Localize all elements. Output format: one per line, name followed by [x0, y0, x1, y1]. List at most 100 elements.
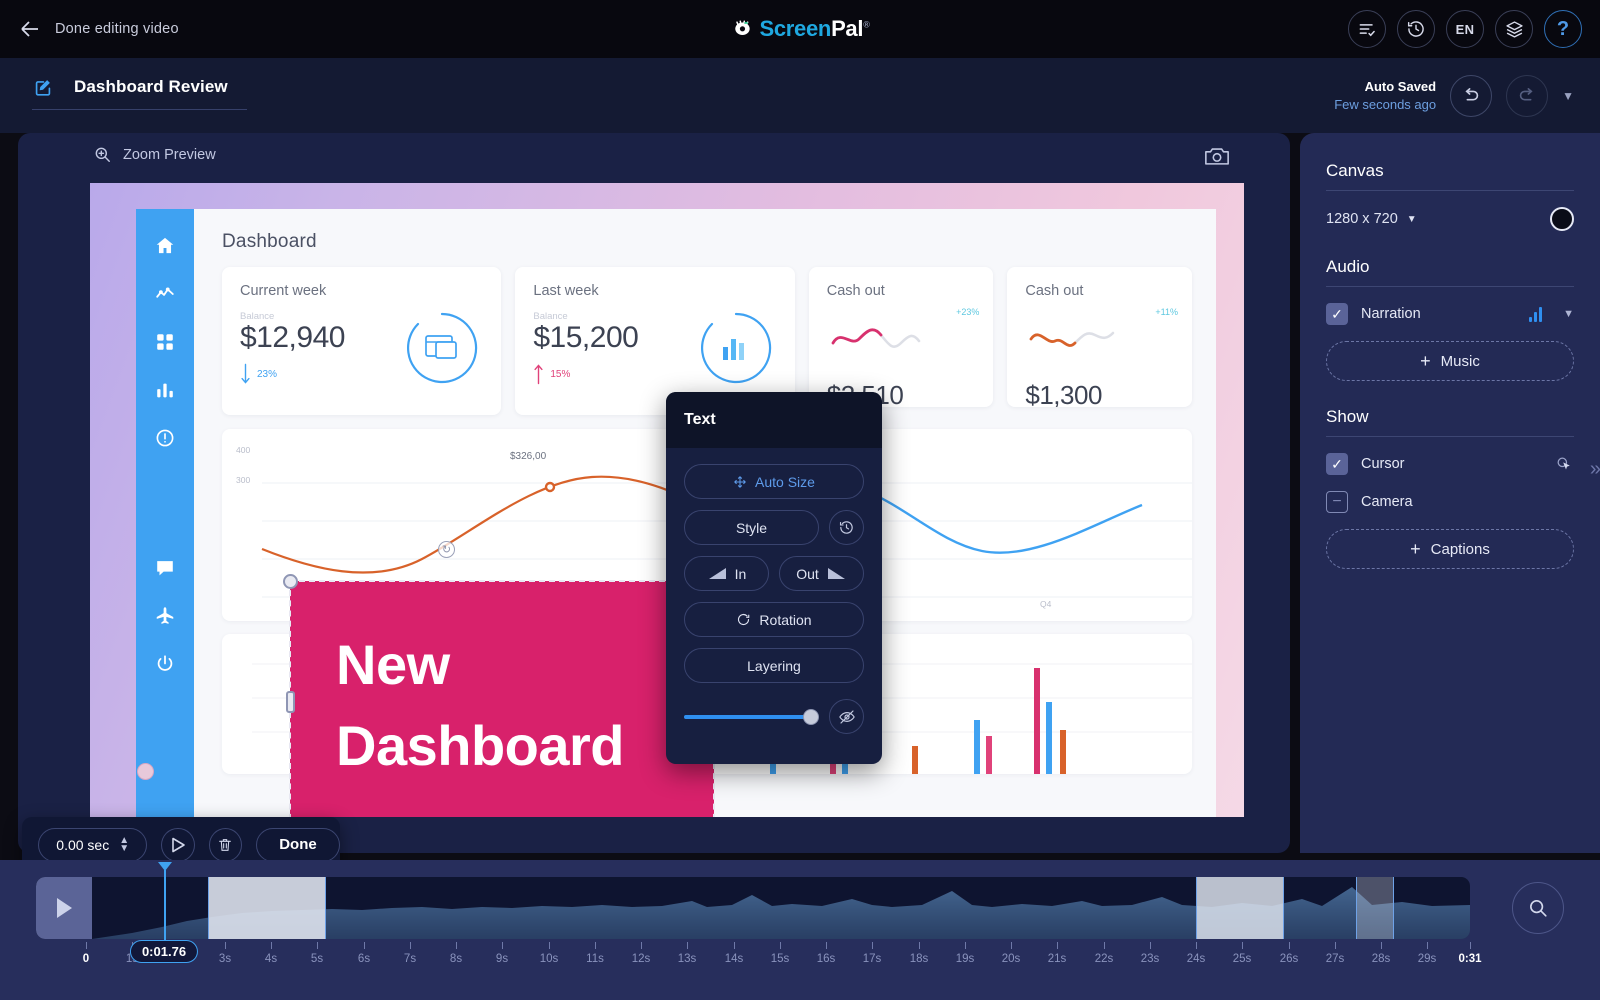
layering-button[interactable]: Layering — [684, 648, 864, 683]
brand-wordmark: ScreenPal® — [759, 16, 869, 42]
cursor-highlight-marker — [137, 763, 154, 780]
ruler-tick — [919, 942, 920, 949]
resize-handle-top-left[interactable] — [283, 574, 298, 589]
ruler-tick — [687, 942, 688, 949]
narration-chevron-down-icon[interactable]: ▼ — [1563, 308, 1574, 320]
undo-button[interactable] — [1450, 74, 1493, 117]
add-music-button[interactable]: + Music — [1326, 341, 1574, 381]
tasks-check-icon — [1359, 24, 1375, 37]
collapse-panel-chevrons-icon[interactable]: » — [1590, 458, 1600, 481]
timing-done-button[interactable]: Done — [255, 827, 340, 862]
ruler-tick-label: 15s — [770, 953, 790, 965]
move-arrows-icon — [734, 475, 746, 488]
brand-trademark: ® — [863, 19, 870, 30]
reset-style-button[interactable] — [829, 510, 864, 545]
add-captions-button[interactable]: + Captions — [1326, 529, 1574, 569]
history-clock-icon-button[interactable] — [1397, 10, 1435, 48]
auto-size-button[interactable]: Auto Size — [684, 464, 864, 499]
duration-stepper[interactable]: 0.00 sec ▲ ▼ — [38, 827, 148, 862]
back-arrow-icon — [21, 21, 38, 37]
ruler-tick — [502, 942, 503, 949]
timeline-clip-selection-1[interactable] — [208, 877, 326, 939]
ruler-tick — [641, 942, 642, 949]
home-icon — [156, 237, 174, 254]
rotate-icon — [738, 613, 750, 626]
ruler-tick-label: 22s — [1094, 953, 1114, 965]
cursor-settings-icon[interactable] — [1554, 454, 1574, 474]
tasks-check-icon-button[interactable] — [1348, 10, 1386, 48]
dashboard-heading: Dashboard — [222, 231, 317, 252]
transition-out-button[interactable]: Out — [779, 556, 864, 591]
plus-icon: + — [1410, 538, 1421, 559]
ruler-tick — [1057, 942, 1058, 949]
opacity-slider[interactable] — [684, 708, 819, 725]
style-label: Style — [735, 519, 768, 536]
delete-button[interactable] — [208, 827, 242, 862]
ruler-tick-label: 16s — [816, 953, 836, 965]
redo-button[interactable] — [1506, 74, 1549, 117]
show-divider — [1326, 436, 1574, 437]
timeline-ruler: 01s2s3s4s5s6s7s8s9s10s11s12s13s14s15s16s… — [36, 942, 1482, 978]
timeline-zoom-search-button[interactable] — [1512, 882, 1564, 934]
canvas-size-select[interactable]: 1280 x 720 ▼ — [1326, 211, 1417, 227]
timeline-playhead[interactable] — [158, 862, 172, 950]
narration-label: Narration — [1361, 306, 1421, 322]
card-delta-value: +23% — [956, 307, 980, 317]
ruler-tick-label: 27s — [1325, 953, 1345, 965]
preview-play-button[interactable] — [161, 827, 195, 862]
history-revert-icon — [839, 521, 853, 534]
stepper-arrows-icon[interactable]: ▲ ▼ — [119, 835, 129, 853]
ruler-tick-label: 17s — [862, 953, 882, 965]
ruler-tick — [317, 942, 318, 949]
help-icon-button[interactable]: ? — [1544, 10, 1582, 48]
rotate-handle-icon[interactable]: ↻ — [438, 541, 455, 558]
language-icon-button[interactable]: EN — [1446, 10, 1484, 48]
transition-out-label: Out — [796, 565, 819, 582]
progress-ring-bar-icon — [700, 312, 771, 384]
transition-in-label: In — [734, 565, 747, 582]
background-color-swatch[interactable] — [1550, 207, 1574, 231]
style-button[interactable]: Style — [684, 510, 819, 545]
timeline-clip-selection-2[interactable] — [1196, 877, 1284, 939]
layers-icon-button[interactable] — [1495, 10, 1533, 48]
timeline-clip-selection-3[interactable] — [1356, 877, 1394, 939]
ruler-tick — [1196, 942, 1197, 949]
screenpal-video-editor: Done editing video ScreenPal® EN ? Dashb… — [0, 0, 1600, 1000]
hide-visibility-button[interactable] — [829, 699, 864, 734]
project-title-group[interactable]: Dashboard Review — [32, 76, 247, 110]
canvas-size-value: 1280 x 720 — [1326, 211, 1398, 227]
total-duration-label: 0:31 — [1458, 953, 1482, 965]
rotation-label: Rotation — [759, 611, 812, 628]
done-editing-video-button[interactable]: Done editing video — [18, 17, 179, 41]
opacity-slider-knob[interactable] — [803, 708, 819, 725]
narration-checkbox[interactable]: ✓ — [1326, 303, 1348, 325]
ruler-tick — [86, 942, 87, 949]
timeline-play-button[interactable] — [36, 877, 92, 939]
ruler-tick-label: 14s — [724, 953, 744, 965]
text-overlay-object[interactable]: New Dashboard — [289, 580, 715, 817]
chevron-down-icon: ▼ — [1406, 213, 1417, 225]
camera-label: Camera — [1361, 494, 1413, 510]
ruler-tick — [1242, 942, 1243, 949]
camera-checkbox[interactable]: − — [1326, 491, 1348, 513]
resize-handle-left[interactable] — [286, 691, 295, 713]
audio-level-icon[interactable] — [1529, 306, 1543, 322]
ruler-tick-label: 23s — [1140, 953, 1160, 965]
ruler-tick — [456, 942, 457, 949]
timeline-track[interactable] — [36, 877, 1470, 939]
ruler-tick — [364, 942, 365, 949]
canvas-size-row: 1280 x 720 ▼ — [1326, 207, 1574, 231]
opacity-slider-fill — [684, 714, 810, 719]
eye-off-icon — [838, 709, 855, 724]
zoom-preview-button[interactable]: Zoom Preview — [93, 145, 216, 164]
more-options-chevron-down-icon[interactable]: ▼ — [1562, 89, 1574, 103]
brand-pal: Pal — [831, 16, 864, 41]
rotation-button[interactable]: Rotation — [684, 602, 864, 637]
ruler-tick — [965, 942, 966, 949]
card-amount: $1,300 — [1025, 380, 1102, 407]
cursor-checkbox[interactable]: ✓ — [1326, 453, 1348, 475]
narration-row: ✓ Narration ▼ — [1326, 303, 1574, 325]
screenshot-camera-button[interactable] — [1204, 145, 1230, 167]
transition-in-button[interactable]: In — [684, 556, 769, 591]
search-icon — [1530, 900, 1547, 917]
